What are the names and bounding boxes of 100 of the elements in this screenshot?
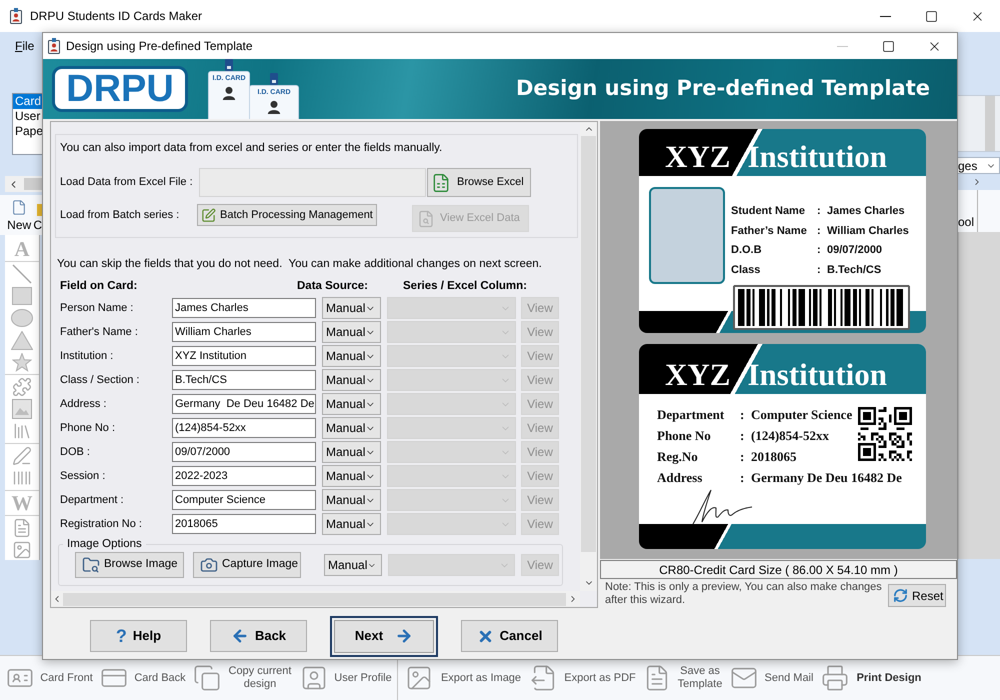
card-title-text: Institution xyxy=(747,141,887,172)
text-field[interactable]: Germany De Deu 16482 De xyxy=(172,394,316,414)
person-silhouette-icon xyxy=(222,86,236,100)
capture-image-button[interactable]: Capture Image xyxy=(193,552,301,578)
copy-icon xyxy=(192,664,222,692)
card-field-value: William Charles xyxy=(827,224,910,238)
scrollbar-thumb[interactable] xyxy=(581,136,596,552)
browse-excel-button[interactable]: Browse Excel xyxy=(427,168,531,197)
triangle-tool-icon[interactable] xyxy=(11,330,33,350)
batch-processing-button[interactable]: Batch Processing Management xyxy=(197,204,377,226)
help-button[interactable]: ? Help xyxy=(90,620,187,652)
image-tool-icon[interactable] xyxy=(12,540,32,560)
toolbar-button[interactable]: User Profile xyxy=(299,664,393,692)
file-path-field[interactable] xyxy=(199,168,426,197)
field-separator: : xyxy=(817,243,822,258)
scrollbar-thumb[interactable] xyxy=(63,592,566,606)
spreadsheet-icon xyxy=(431,172,451,192)
app-icon xyxy=(48,38,60,54)
refresh-icon xyxy=(893,588,908,603)
text-field[interactable]: Computer Science xyxy=(172,490,316,510)
source-dropdown[interactable]: Manual xyxy=(322,369,381,391)
field-separator: : xyxy=(817,262,822,278)
text-field[interactable]: 09/07/2000 xyxy=(172,442,316,462)
pen-tool-icon[interactable] xyxy=(12,446,32,466)
card-field-label: Address xyxy=(657,469,704,487)
field-label: Person Name : xyxy=(60,300,134,316)
reset-button[interactable]: Reset xyxy=(888,584,946,607)
column-header: Field on Card: xyxy=(60,279,138,293)
list-item[interactable]: User xyxy=(13,109,42,124)
source-dropdown[interactable]: Manual xyxy=(322,441,381,463)
toolbar-button[interactable]: Print Design xyxy=(820,664,924,692)
scrollbar-thumb[interactable] xyxy=(24,178,42,190)
text-field[interactable]: William Charles xyxy=(172,322,316,342)
scrollbar[interactable] xyxy=(5,176,42,192)
camera-icon xyxy=(200,556,218,574)
card-title-text: Institution xyxy=(747,359,887,390)
text-field[interactable]: 2022-2023 xyxy=(172,466,316,486)
source-dropdown[interactable]: Manual xyxy=(322,513,381,535)
menu-item[interactable]: File xyxy=(15,37,34,55)
cancel-button[interactable]: Cancel xyxy=(461,620,558,652)
scrollbar-thumb[interactable] xyxy=(985,96,995,151)
folder-search-icon xyxy=(82,556,100,574)
document-icon xyxy=(11,199,28,216)
source-dropdown[interactable]: Manual xyxy=(322,489,381,511)
text-field[interactable]: XYZ Institution xyxy=(172,346,316,366)
picture-tool-icon[interactable] xyxy=(12,399,32,419)
source-dropdown[interactable]: Manual xyxy=(322,321,381,343)
field-separator: : xyxy=(740,427,746,445)
field-label: DOB : xyxy=(60,444,91,460)
toolbar-button[interactable]: Export as PDF xyxy=(529,664,637,692)
back-button[interactable]: Back xyxy=(210,620,307,652)
list-item[interactable]: Card xyxy=(13,94,42,109)
logo: DRPU xyxy=(52,66,188,112)
text-field[interactable]: James Charles xyxy=(172,298,316,318)
field-label: Phone No : xyxy=(60,420,116,436)
ellipse-tool-icon[interactable] xyxy=(11,309,33,327)
qr-code-icon xyxy=(858,407,912,461)
toolbar-button[interactable]: Copy current design xyxy=(192,664,294,692)
toolbar-button[interactable]: Save as Template xyxy=(642,664,724,692)
source-dropdown[interactable]: Manual xyxy=(322,345,381,367)
card-field-label: Department xyxy=(657,406,726,424)
text-field[interactable]: (124)854-52xx xyxy=(172,418,316,438)
banner-heading: Design using Pre-defined Template xyxy=(516,75,930,102)
field-label: Address : xyxy=(60,396,108,412)
field-label: Registration No : xyxy=(60,516,143,532)
star-tool-icon[interactable] xyxy=(12,352,32,372)
barcode-icon xyxy=(733,285,910,330)
field-separator: : xyxy=(740,469,746,487)
card-field-value: Computer Science xyxy=(751,406,852,424)
source-dropdown[interactable]: Manual xyxy=(322,417,381,439)
source-dropdown[interactable]: Manual xyxy=(322,465,381,487)
document-tool-icon[interactable] xyxy=(12,518,32,538)
text-field[interactable]: B.Tech/CS xyxy=(172,370,316,390)
field-separator: : xyxy=(740,406,746,424)
toolbar-button[interactable]: C xyxy=(33,202,42,232)
browse-image-button[interactable]: Browse Image xyxy=(75,552,184,578)
card-field-value: 2018065 xyxy=(751,448,798,466)
toolbar-button[interactable]: Card Back xyxy=(99,664,187,692)
card-size-label: CR80-Credit Card Size ( 86.00 X 54.10 mm ) xyxy=(600,560,957,579)
line-tool-icon[interactable] xyxy=(12,264,32,284)
text-field[interactable]: 2018065 xyxy=(172,514,316,534)
puzzle-tool-icon[interactable] xyxy=(12,377,32,397)
app-icon xyxy=(10,8,22,24)
toolbar-button[interactable]: Export as Image xyxy=(404,664,524,692)
toolbar-button[interactable]: New xyxy=(7,199,32,232)
toolbar-button[interactable]: Card Front xyxy=(5,664,94,692)
card-field-label: Class xyxy=(731,262,762,278)
field-separator: : xyxy=(817,224,822,238)
rectangle-tool-icon[interactable] xyxy=(12,287,32,305)
toolbar-button[interactable]: Send Mail xyxy=(729,664,815,692)
source-dropdown[interactable]: Manual xyxy=(322,297,381,319)
group-label: Image Options xyxy=(66,537,143,551)
next-button[interactable]: Next xyxy=(330,616,438,656)
dropdown[interactable]: ges xyxy=(958,157,1000,174)
source-dropdown[interactable]: Manual xyxy=(324,554,382,576)
instruction-text: You can skip the fields that you do not need. You can make additional changes on next screen. xyxy=(57,257,543,271)
card-title-text: XYZ xyxy=(665,141,730,172)
books-tool-icon[interactable] xyxy=(12,421,32,441)
source-dropdown[interactable]: Manual xyxy=(322,393,381,415)
window-title: DRPU Students ID Cards Maker xyxy=(30,8,202,25)
